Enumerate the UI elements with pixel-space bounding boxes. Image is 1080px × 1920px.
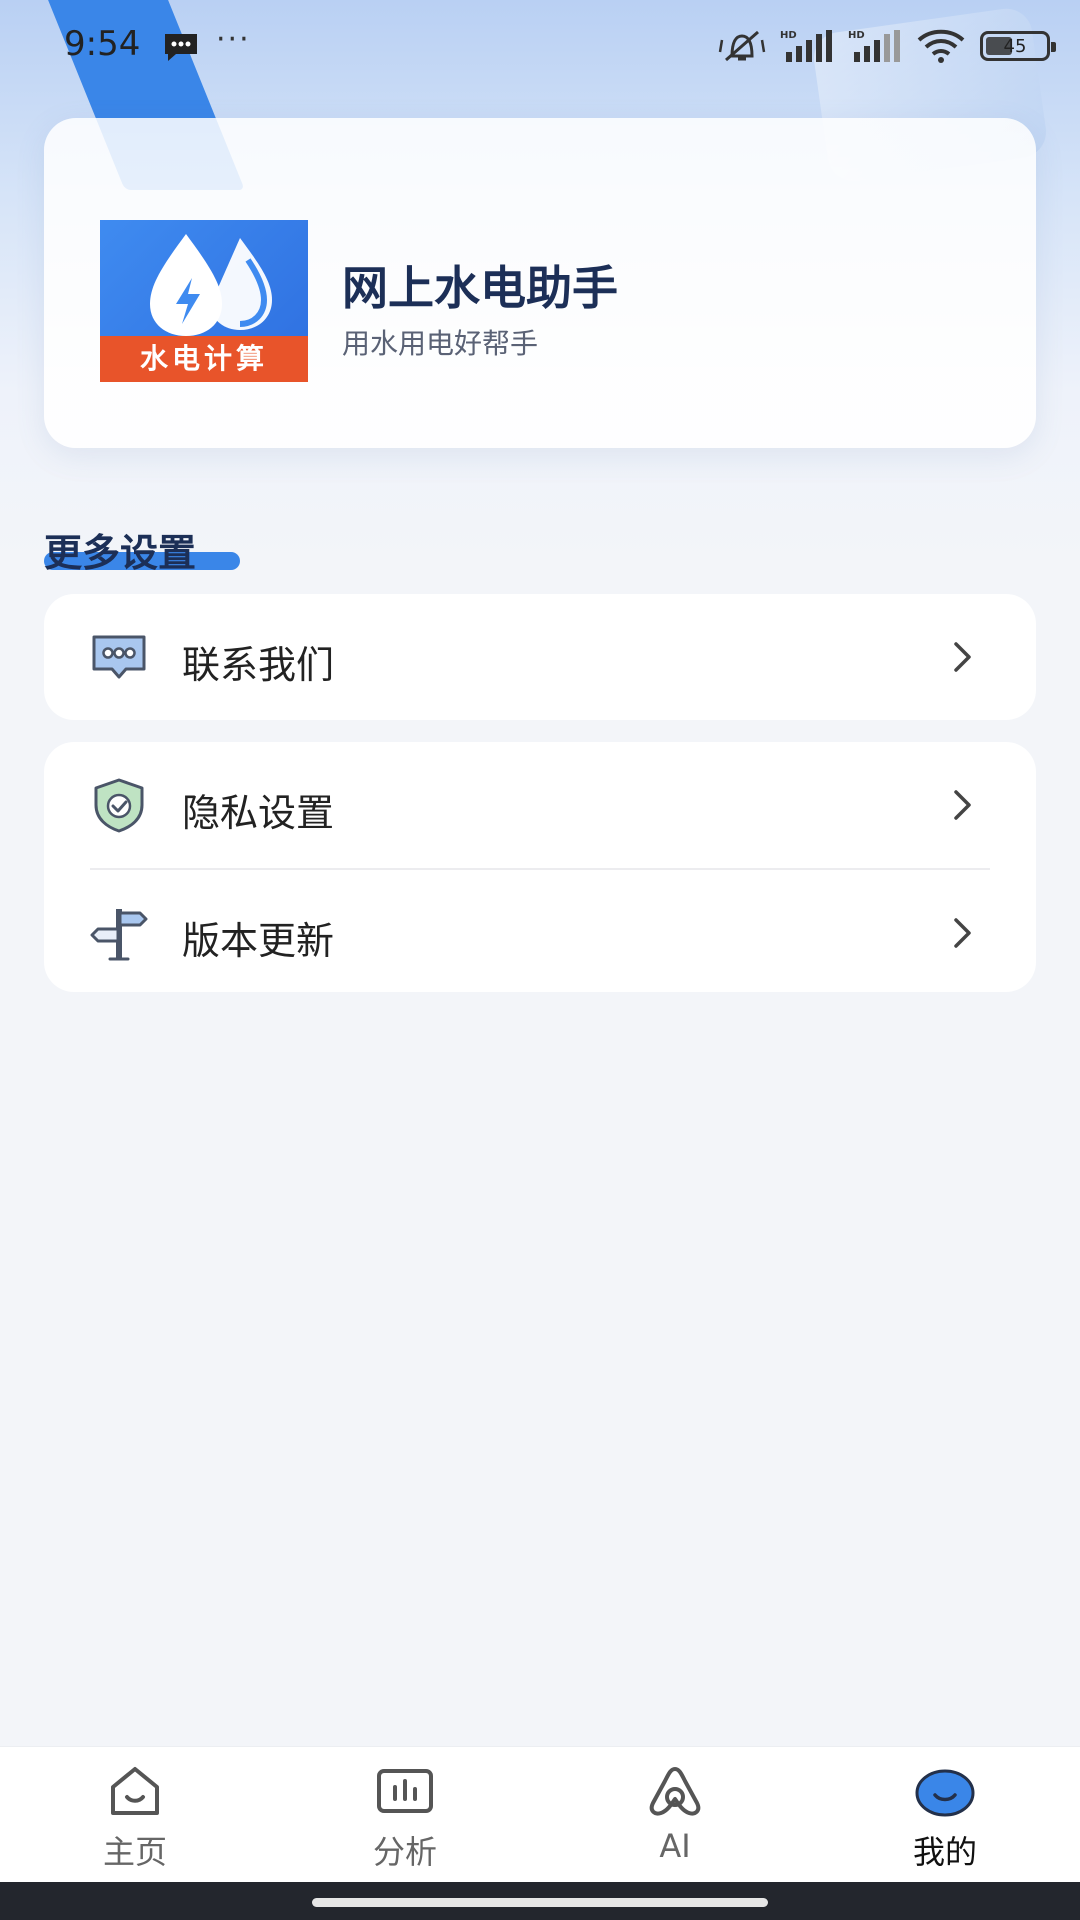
menu-label-update: 版本更新 [182, 919, 335, 963]
more-notifications-icon: ··· [216, 22, 251, 57]
status-time: 9:54 [64, 24, 141, 64]
message-icon [165, 34, 197, 61]
contact-card: 联系我们 [44, 594, 1036, 720]
menu-item-contact[interactable]: 联系我们 [44, 594, 1036, 720]
water-drop-icon [150, 234, 272, 336]
nav-item-mine[interactable]: 我的 [810, 1747, 1080, 1883]
chevron-right-icon [954, 642, 971, 672]
screen: 9:54 ··· HD HD 45 水电计算 网上水电助手 用水用电好帮手 更多… [0, 0, 1080, 1920]
nav-item-home[interactable]: 主页 [0, 1747, 270, 1883]
section-header: 更多设置 [44, 522, 240, 577]
app-logo-text: 水电计算 [100, 336, 308, 382]
nav-item-ai[interactable]: AI [540, 1747, 810, 1883]
mute-icon [718, 30, 766, 62]
menu-label-contact: 联系我们 [182, 643, 335, 687]
menu-label-privacy: 隐私设置 [182, 791, 335, 835]
home-gesture-handle[interactable] [312, 1898, 768, 1907]
section-title: 更多设置 [44, 531, 197, 575]
chart-icon [377, 1769, 433, 1813]
settings-card: 隐私设置 版本更新 [44, 742, 1036, 992]
ai-icon [649, 1767, 701, 1816]
hd-signal-icon: HD [780, 30, 832, 62]
chevron-right-icon [954, 790, 971, 820]
svg-text:HD: HD [848, 30, 865, 41]
battery-icon: 45 [980, 31, 1056, 61]
nav-item-analysis[interactable]: 分析 [270, 1747, 540, 1883]
status-bar: 9:54 ··· HD HD 45 [0, 0, 1080, 92]
profile-icon [915, 1769, 975, 1817]
battery-level: 45 [1003, 35, 1027, 57]
nav-label-home: 主页 [102, 1833, 167, 1871]
app-name: 网上水电助手 [342, 261, 618, 315]
signpost-icon [90, 909, 148, 961]
wifi-icon [917, 29, 965, 63]
nav-label-mine: 我的 [912, 1833, 977, 1871]
chat-bubble-icon [92, 635, 146, 679]
menu-item-update[interactable]: 版本更新 [44, 870, 1036, 996]
bottom-navigation: 主页 分析 AI 我的 [0, 1746, 1080, 1882]
svg-text:HD: HD [780, 30, 797, 41]
menu-item-privacy[interactable]: 隐私设置 [44, 742, 1036, 868]
gesture-navigation-bar [0, 1882, 1080, 1920]
shield-check-icon [94, 778, 144, 833]
status-icons: HD HD 45 [718, 26, 1056, 66]
nav-label-ai: AI [659, 1827, 691, 1865]
chevron-right-icon [954, 918, 971, 948]
home-icon [111, 1767, 159, 1815]
app-logo: 水电计算 [100, 220, 308, 382]
hd-signal-icon: HD [848, 30, 900, 62]
app-tagline: 用水用电好帮手 [342, 327, 539, 360]
nav-label-analysis: 分析 [372, 1833, 437, 1871]
